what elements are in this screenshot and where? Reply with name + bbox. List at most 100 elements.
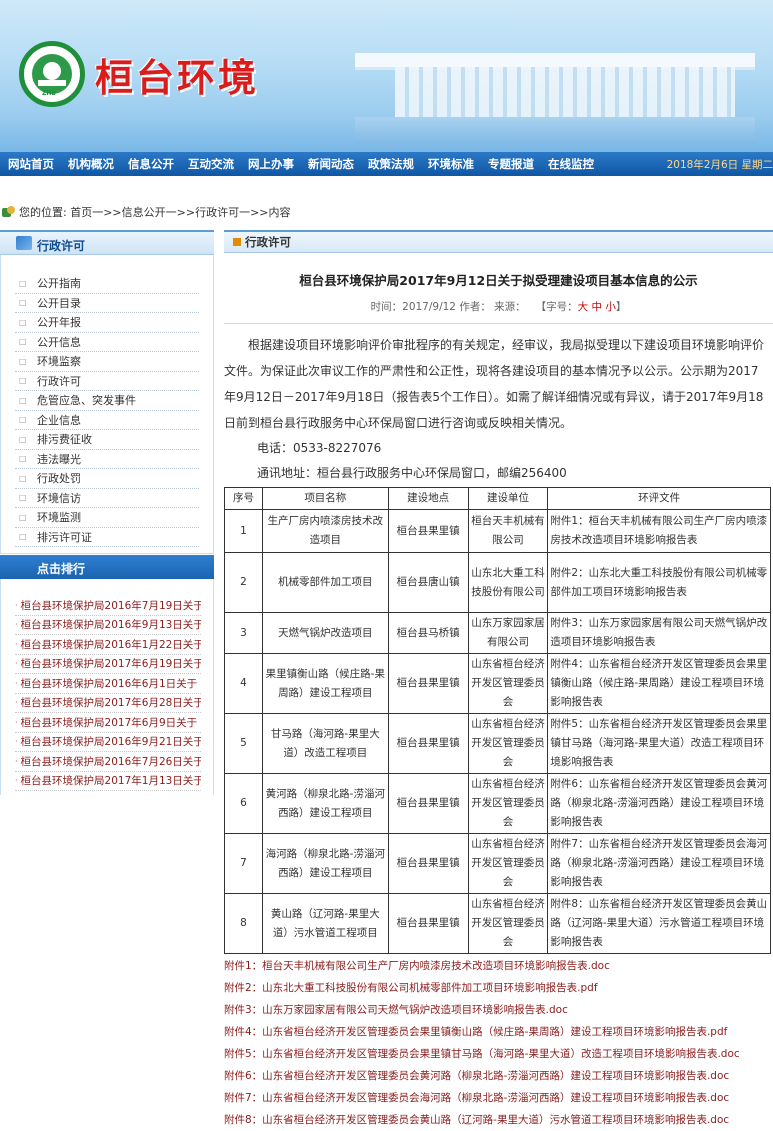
table-header-row: 序号 项目名称 建设地点 建设单位 环评文件 [224,487,771,510]
bullet-icon: □ [19,317,27,327]
sidebar-item[interactable]: □ 环境信访 [15,489,199,508]
table-header: 环评文件 [547,487,771,510]
ranking-item[interactable]: · 桓台县环境保护局2017年1月13日关于 [15,772,201,791]
nav-organization[interactable]: 机构概况 [68,156,114,172]
sidebar-item-label: 行政处罚 [37,472,81,486]
table-header: 建设地点 [387,487,469,510]
ranking-header: 点击排行 [0,555,214,579]
attachment-link[interactable]: 附件4：山东省桓台经济开发区管理委员会果里镇衡山路（候庄路-果周路）建设工程项目… [224,1022,773,1043]
ranking-item[interactable]: · 桓台县环境保护局2016年7月19日关于 [15,596,201,616]
site-logo[interactable]: ZHB [19,41,85,107]
nav-standards[interactable]: 环境标准 [428,156,474,172]
table-cell: 桓台县果里镇 [387,893,469,954]
sidebar-item-label: 排污许可证 [37,530,92,544]
sidebar-item[interactable]: □ 排污费征收 [15,430,199,450]
table-cell: 6 [224,773,263,834]
table-cell: 黄河路（柳泉北路-涝淄河西路）建设工程项目 [261,773,389,834]
attachment-link[interactable]: 附件3：山东万家园家居有限公司天燃气锅炉改造项目环境影响报告表.doc [224,1000,773,1021]
bullet-icon: □ [19,454,27,464]
table-cell: 8 [224,893,263,954]
table-cell: 4 [224,653,263,714]
sidebar-item[interactable]: □ 公开年报 [15,313,199,333]
font-size-small-link[interactable]: 小 [605,301,616,313]
ranking-item-label: 桓台县环境保护局2016年7月19日关于 [20,599,201,612]
bullet-icon: □ [19,473,27,483]
breadcrumb-text[interactable]: 您的位置: 首页一>>信息公开一>>行政许可一>>内容 [19,204,291,220]
ranking-item[interactable]: · 桓台县环境保护局2017年6月19日关于 [15,655,201,674]
table-cell: 桓台县果里镇 [387,713,469,774]
attachment-link[interactable]: 附件6：山东省桓台经济开发区管理委员会黄河路（柳泉北路-涝淄河西路）建设工程项目… [224,1066,773,1087]
sidebar-item[interactable]: □ 公开指南 [15,274,199,294]
section-marker-icon [233,238,241,246]
nav-online-service[interactable]: 网上办事 [248,156,294,172]
bullet-icon: □ [19,278,27,288]
sidebar-item[interactable]: □ 环境监测 [15,508,199,528]
sidebar-item[interactable]: □ 企业信息 [15,411,199,430]
table-cell: 5 [224,713,263,774]
main-content: 行政许可 桓台县环境保护局2017年9月12日关于拟受理建设项目基本信息的公示 … [224,230,773,1131]
nav-interaction[interactable]: 互动交流 [188,156,234,172]
ranking-item[interactable]: · 桓台县环境保护局2016年9月13日关于 [15,616,201,635]
font-size-close: 】 [615,301,627,313]
sidebar-list: □ 公开指南 □ 公开目录 □ 公开年报 □ 公开信息 □ 环境监察 □ 行政许可 □ 危管应… [0,255,214,554]
ranking-item[interactable]: · 桓台县环境保护局2016年9月21日关于 [15,733,201,752]
table-cell: 生产厂房内喷漆房技术改造项目 [261,509,389,553]
article-time-source: 时间：2017/9/12 作者： 来源： [370,301,526,313]
nav-special-reports[interactable]: 专题报道 [488,156,534,172]
nav-policy[interactable]: 政策法规 [368,156,414,172]
ranking-item-label: 桓台县环境保护局2016年9月21日关于 [20,736,201,749]
sidebar-item[interactable]: □ 环境监察 [15,352,199,372]
sidebar-item[interactable]: □ 违法曝光 [15,450,199,469]
ranking-item[interactable]: · 桓台县环境保护局2017年6月28日关于 [15,694,201,713]
bullet-icon: □ [19,512,27,522]
bullet-icon: □ [19,337,27,347]
sidebar-item[interactable]: □ 公开信息 [15,333,199,352]
bullet-icon: · [15,639,18,649]
nav-online-monitoring[interactable]: 在线监控 [548,156,594,172]
bullet-icon: □ [19,493,27,503]
table-cell: 桓台天丰机械有限公司 [467,509,549,553]
table-cell: 附件4：山东省桓台经济开发区管理委员会果里镇衡山路（候庄路-果周路）建设工程项目… [547,653,771,714]
table-cell: 附件6：山东省桓台经济开发区管理委员会黄河路（柳泉北路-涝淄河西路）建设工程项目… [547,773,771,834]
ranking-item-label: 桓台县环境保护局2016年9月13日关于 [20,619,201,632]
site-header: ZHB 桓台环境 [0,0,773,152]
sidebar-item-label: 公开指南 [37,277,81,291]
sidebar-ranking: 点击排行 · 桓台县环境保护局2016年7月19日关于 · 桓台县环境保护局2016… [0,555,214,795]
site-title: 桓台环境 [95,55,260,100]
sidebar-item[interactable]: □ 危管应急、突发事件 [15,391,199,411]
font-size-mid-link[interactable]: 中 [592,301,603,313]
bullet-icon: □ [19,532,27,542]
table-row: 2 机械零部件加工项目 桓台县唐山镇 山东北大重工科技股份有限公司 附件2：山东… [224,552,771,613]
nav-info-disclosure[interactable]: 信息公开 [128,156,174,172]
sidebar-item[interactable]: □ 排污许可证 [15,528,199,547]
bullet-icon: · [15,659,18,669]
bullet-icon: · [15,698,18,708]
ranking-item[interactable]: · 桓台县环境保护局2016年7月26日关于 [15,752,201,772]
attachment-link[interactable]: 附件8：山东省桓台经济开发区管理委员会黄山路（辽河路-果里大道）污水管道工程项目… [224,1110,773,1131]
article-title: 桓台县环境保护局2017年9月12日关于拟受理建设项目基本信息的公示 [299,273,698,288]
nav-home[interactable]: 网站首页 [8,156,54,172]
table-cell: 海河路（柳泉北路-涝淄河西路）建设工程项目 [261,833,389,894]
ranking-item[interactable]: · 桓台县环境保护局2017年6月9日关于 [15,713,201,733]
attachment-link[interactable]: 附件2：山东北大重工科技股份有限公司机械零部件加工项目环境影响报告表.pdf [224,978,773,999]
attachment-link[interactable]: 附件5：山东省桓台经济开发区管理委员会果里镇甘马路（海河路-果里大道）改造工程项… [224,1044,773,1065]
ranking-item[interactable]: · 桓台县环境保护局2016年6月1日关于 [15,674,201,694]
ranking-item[interactable]: · 桓台县环境保护局2016年1月22日关于 [15,635,201,655]
sidebar-header: 行政许可 [0,230,214,255]
table-cell: 天燃气锅炉改造项目 [261,612,389,654]
font-size-big-link[interactable]: 大 [578,301,589,313]
nav-news[interactable]: 新闻动态 [308,156,354,172]
table-cell: 山东北大重工科技股份有限公司 [467,552,549,613]
attachment-link[interactable]: 附件7：山东省桓台经济开发区管理委员会海河路（柳泉北路-涝淄河西路）建设工程项目… [224,1088,773,1109]
table-row: 4 果里镇衡山路（候庄路-果周路）建设工程项目 桓台县果里镇 山东省桓台经济开发… [224,653,771,714]
sidebar-item[interactable]: □ 行政许可 [15,372,199,391]
sidebar-item[interactable]: □ 公开目录 [15,294,199,313]
sidebar-item-label: 企业信息 [37,413,81,427]
sidebar-item[interactable]: □ 行政处罚 [15,469,199,489]
table-cell: 桓台县马桥镇 [387,612,469,654]
table-cell: 山东省桓台经济开发区管理委员会 [467,773,549,834]
attachment-link[interactable]: 附件1：桓台天丰机械有限公司生产厂房内喷漆房技术改造项目环境影响报告表.doc [224,956,773,977]
sidebar-item-label: 危管应急、突发事件 [37,394,136,408]
bullet-icon: · [15,600,18,610]
table-cell: 附件8：山东省桓台经济开发区管理委员会黄山路（辽河路-果里大道）污水管道工程项目… [547,893,771,954]
